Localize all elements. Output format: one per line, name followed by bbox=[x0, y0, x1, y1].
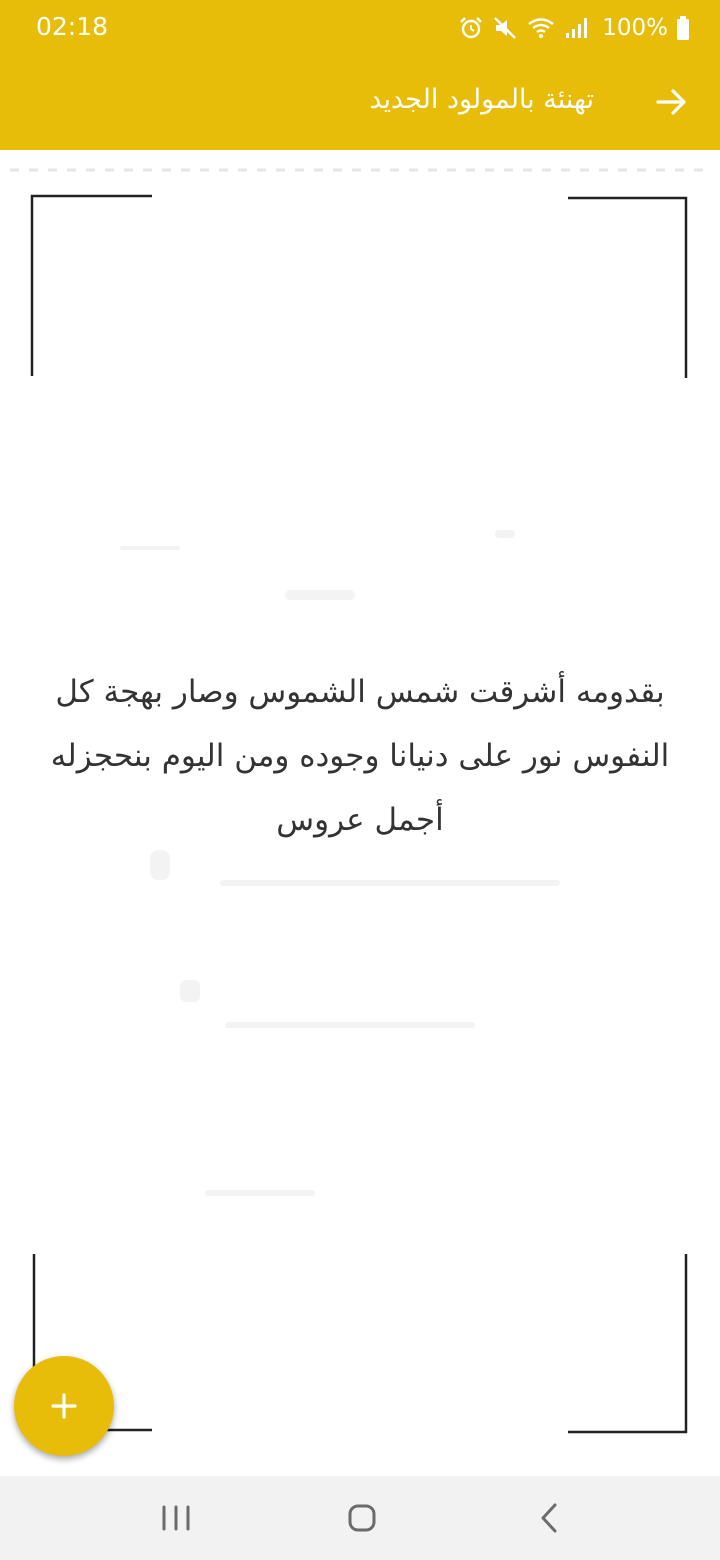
recent-apps-icon[interactable] bbox=[156, 1498, 196, 1538]
add-button[interactable] bbox=[14, 1356, 114, 1456]
battery-percentage: 100% bbox=[602, 15, 668, 41]
page-title: تهنئة بالمولود الجديد bbox=[369, 84, 594, 115]
back-icon[interactable] bbox=[530, 1498, 570, 1538]
wifi-icon bbox=[528, 18, 554, 38]
frame-corner-bottom-right bbox=[568, 1254, 688, 1434]
battery-icon bbox=[677, 16, 689, 40]
alarm-icon bbox=[460, 17, 483, 39]
frame-corner-top-left bbox=[30, 194, 152, 376]
status-icons: 100% bbox=[458, 10, 690, 46]
plus-icon bbox=[51, 1393, 77, 1419]
system-navigation-bar bbox=[0, 1476, 720, 1560]
app-bar: 02:18 100% تهنئة بالمولود الجديد bbox=[0, 0, 720, 150]
congratulation-message: بقدومه أشرقت شمس الشموس وصار بهجة كل الن… bbox=[50, 674, 670, 838]
frame-corner-top-right bbox=[568, 196, 688, 378]
card-content: بقدومه أشرقت شمس الشموس وصار بهجة كل الن… bbox=[0, 150, 720, 1476]
home-icon[interactable] bbox=[342, 1498, 382, 1538]
status-time: 02:18 bbox=[36, 12, 109, 41]
signal-icon bbox=[566, 18, 588, 38]
mute-icon bbox=[494, 17, 517, 39]
arrow-right-icon[interactable] bbox=[654, 84, 690, 120]
